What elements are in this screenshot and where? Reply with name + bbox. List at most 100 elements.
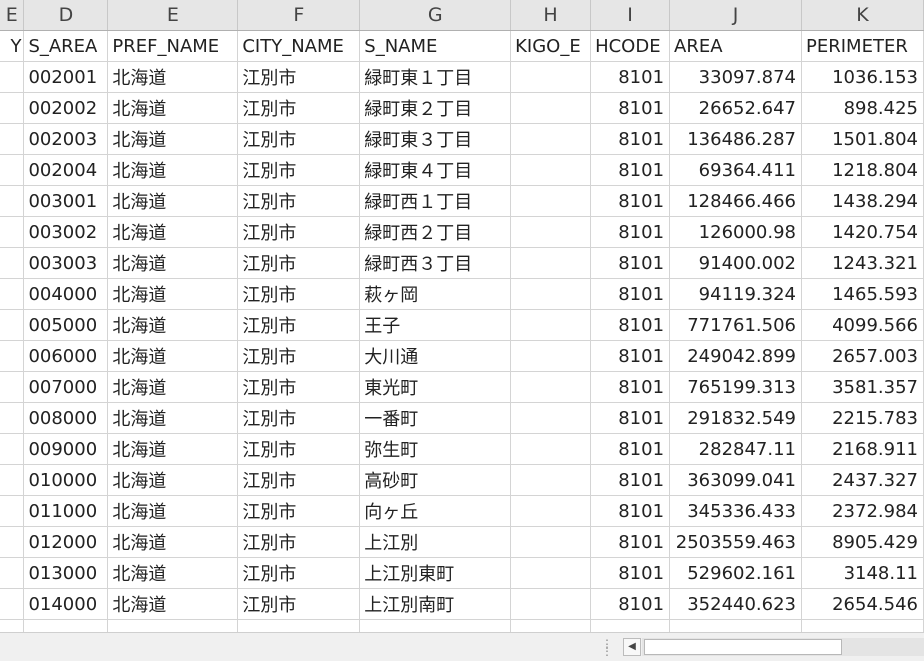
cell-s-area[interactable]: 002003 <box>23 123 109 155</box>
cell-city[interactable]: 江別市 <box>237 247 361 279</box>
cell-pref[interactable]: 北海道 <box>107 340 239 372</box>
cell-y[interactable] <box>0 123 25 155</box>
cell-kigo[interactable] <box>510 371 592 403</box>
cell-area[interactable]: 363099.041 <box>669 464 803 496</box>
cell-s-name[interactable]: 上江別南町 <box>359 588 512 620</box>
cell-s-name[interactable]: 緑町西２丁目 <box>359 216 512 248</box>
cell-city[interactable]: 江別市 <box>237 61 361 93</box>
cell-pref[interactable]: 北海道 <box>107 371 239 403</box>
cell-y[interactable] <box>0 495 25 527</box>
cell-hcode[interactable]: 8101 <box>590 588 671 620</box>
field-name-cell[interactable]: S_NAME <box>359 30 512 62</box>
column-header-h[interactable]: H <box>510 0 592 31</box>
cell-area[interactable]: 771761.506 <box>669 309 803 341</box>
cell-city[interactable]: 江別市 <box>237 588 361 620</box>
cell-city[interactable]: 江別市 <box>237 340 361 372</box>
cell-kigo[interactable] <box>510 464 592 496</box>
cell-hcode[interactable]: 8101 <box>590 247 671 279</box>
cell-hcode[interactable]: 8101 <box>590 123 671 155</box>
cell-y[interactable] <box>0 402 25 434</box>
column-header-i[interactable]: I <box>590 0 671 31</box>
cell-kigo[interactable] <box>510 247 592 279</box>
column-header-k[interactable]: K <box>801 0 924 31</box>
cell-y[interactable] <box>0 433 25 465</box>
cell-area[interactable]: 33097.874 <box>669 61 803 93</box>
cell-area[interactable]: 26652.647 <box>669 92 803 124</box>
cell-kigo[interactable] <box>510 216 592 248</box>
cell-s-area[interactable]: 002001 <box>23 61 109 93</box>
cell-city[interactable] <box>237 619 361 632</box>
cell-hcode[interactable]: 8101 <box>590 526 671 558</box>
cell-perimeter[interactable]: 1465.593 <box>801 278 924 310</box>
cell-hcode[interactable]: 8101 <box>590 433 671 465</box>
cell-y[interactable] <box>0 216 25 248</box>
cell-hcode[interactable]: 8101 <box>590 154 671 186</box>
cell-area[interactable] <box>669 619 803 632</box>
cell-y[interactable] <box>0 340 25 372</box>
cell-y[interactable] <box>0 185 25 217</box>
cell-perimeter[interactable]: 2215.783 <box>801 402 924 434</box>
field-name-cell[interactable]: CITY_NAME <box>237 30 361 62</box>
cell-s-name[interactable]: 上江別 <box>359 526 512 558</box>
cell-area[interactable]: 352440.623 <box>669 588 803 620</box>
cell-area[interactable]: 291832.549 <box>669 402 803 434</box>
column-header-d[interactable]: D <box>23 0 109 31</box>
cell-pref[interactable]: 北海道 <box>107 557 239 589</box>
cell-s-name[interactable]: 上江別東町 <box>359 557 512 589</box>
cell-pref[interactable]: 北海道 <box>107 402 239 434</box>
scroll-left-button[interactable]: ◀ <box>623 638 641 656</box>
cell-perimeter[interactable]: 3581.357 <box>801 371 924 403</box>
cell-y[interactable] <box>0 278 25 310</box>
cell-s-area[interactable]: 006000 <box>23 340 109 372</box>
cell-s-area[interactable] <box>23 619 109 632</box>
cell-hcode[interactable]: 8101 <box>590 278 671 310</box>
cell-s-area[interactable]: 005000 <box>23 309 109 341</box>
cell-area[interactable]: 128466.466 <box>669 185 803 217</box>
cell-kigo[interactable] <box>510 433 592 465</box>
cell-city[interactable]: 江別市 <box>237 464 361 496</box>
cell-kigo[interactable] <box>510 123 592 155</box>
cell-s-name[interactable]: 東光町 <box>359 371 512 403</box>
cell-s-name[interactable]: 緑町東１丁目 <box>359 61 512 93</box>
cell-y[interactable] <box>0 588 25 620</box>
field-name-cell[interactable]: PERIMETER <box>801 30 924 62</box>
cell-s-area[interactable]: 004000 <box>23 278 109 310</box>
cell-y[interactable] <box>0 464 25 496</box>
cell-kigo[interactable] <box>510 557 592 589</box>
cell-perimeter[interactable]: 1218.804 <box>801 154 924 186</box>
cell-area[interactable]: 345336.433 <box>669 495 803 527</box>
cell-city[interactable]: 江別市 <box>237 526 361 558</box>
cell-kigo[interactable] <box>510 526 592 558</box>
cell-y[interactable] <box>0 247 25 279</box>
cell-s-name[interactable]: 緑町東３丁目 <box>359 123 512 155</box>
cell-perimeter[interactable]: 8905.429 <box>801 526 924 558</box>
cell-hcode[interactable]: 8101 <box>590 371 671 403</box>
cell-pref[interactable]: 北海道 <box>107 278 239 310</box>
cell-y[interactable] <box>0 61 25 93</box>
cell-hcode[interactable]: 8101 <box>590 309 671 341</box>
cell-s-name[interactable]: 大川通 <box>359 340 512 372</box>
cell-y[interactable] <box>0 619 25 632</box>
cell-city[interactable]: 江別市 <box>237 185 361 217</box>
cell-pref[interactable]: 北海道 <box>107 433 239 465</box>
cell-y[interactable] <box>0 154 25 186</box>
field-name-cell[interactable]: HCODE <box>590 30 671 62</box>
column-header-j[interactable]: J <box>669 0 803 31</box>
cell-perimeter[interactable]: 1420.754 <box>801 216 924 248</box>
cell-city[interactable]: 江別市 <box>237 154 361 186</box>
cell-perimeter[interactable]: 2372.984 <box>801 495 924 527</box>
cell-hcode[interactable]: 8101 <box>590 557 671 589</box>
cell-area[interactable]: 529602.161 <box>669 557 803 589</box>
cell-hcode[interactable]: 8101 <box>590 340 671 372</box>
cell-s-area[interactable]: 009000 <box>23 433 109 465</box>
column-header-f[interactable]: F <box>237 0 361 31</box>
column-header-e[interactable]: E <box>107 0 239 31</box>
cell-s-area[interactable]: 012000 <box>23 526 109 558</box>
cell-perimeter[interactable]: 1243.321 <box>801 247 924 279</box>
cell-pref[interactable]: 北海道 <box>107 154 239 186</box>
cell-area[interactable]: 126000.98 <box>669 216 803 248</box>
cell-s-area[interactable]: 003002 <box>23 216 109 248</box>
cell-pref[interactable]: 北海道 <box>107 185 239 217</box>
cell-area[interactable]: 765199.313 <box>669 371 803 403</box>
cell-kigo[interactable] <box>510 619 592 632</box>
